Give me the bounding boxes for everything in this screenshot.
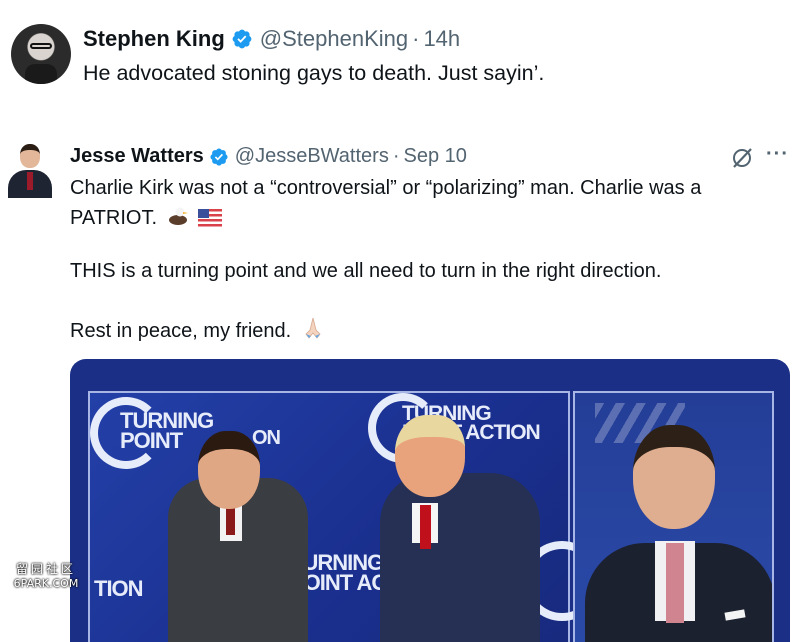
person-right-tie (420, 505, 431, 549)
person-right-suit (380, 473, 540, 642)
avatar-tie (27, 172, 33, 190)
tweet-text-line-4: Rest in peace, my friend. (70, 316, 325, 343)
quote-tweet[interactable]: Stephen King @StephenKing · 14h He advoc… (0, 0, 800, 120)
verified-badge-icon (210, 147, 228, 166)
author-handle[interactable]: @JesseBWatters (235, 145, 389, 168)
anchor-tie (666, 543, 684, 623)
author-handle[interactable]: @StephenKing (260, 26, 408, 52)
signage-text-2: ON (252, 427, 281, 449)
person-right-head (395, 415, 465, 497)
studio-panel (573, 391, 774, 642)
signage-text-5: TION (94, 576, 144, 601)
tweet-header: Jesse Watters @JesseBWatters · Sep 10 (70, 145, 467, 168)
avatar-shirt (25, 64, 57, 84)
timestamp[interactable]: Sep 10 (404, 145, 467, 168)
watermark-top: 留园社区 (15, 562, 76, 576)
person-left-head (198, 431, 260, 509)
eagle-icon (168, 207, 188, 225)
author-name[interactable]: Stephen King (83, 26, 225, 52)
watermark: 留园社区 6PARK.COM (10, 560, 82, 590)
tweet-text-farewell: Rest in peace, my friend. (70, 320, 292, 342)
person-left-tie (226, 505, 235, 535)
timestamp[interactable]: 14h (423, 26, 460, 52)
us-flag-icon (198, 209, 223, 227)
avatar-head (20, 144, 40, 168)
avatar[interactable] (6, 142, 52, 198)
watermark-bottom: 6PARK.COM (13, 577, 79, 590)
tweet-text-patriot: PATRIOT. (70, 207, 158, 229)
tweet-text-line-2: PATRIOT. (70, 205, 223, 230)
separator-dot: · (412, 26, 420, 51)
tweet-text: He advocated stoning gays to death. Just… (83, 61, 545, 85)
anchor-head (633, 425, 715, 529)
author-name[interactable]: Jesse Watters (70, 145, 204, 168)
verified-badge-icon (232, 29, 252, 49)
tweet-text-line-1: Charlie Kirk was not a “controversial” o… (70, 177, 702, 199)
grok-icon[interactable] (730, 146, 754, 170)
avatar[interactable] (11, 24, 71, 84)
stage-panel: TURNINGPOINT ON TURNINGPOINT ACTION ➜ TU… (88, 391, 602, 642)
tweet-text-line-3: THIS is a turning point and we all need … (70, 260, 662, 282)
original-tweet[interactable]: Jesse Watters @JesseBWatters · Sep 10 ··… (0, 120, 800, 642)
more-options-icon[interactable]: ··· (766, 143, 789, 166)
separator-dot: · (392, 145, 400, 167)
tweet-media-image[interactable]: TURNINGPOINT ON TURNINGPOINT ACTION ➜ TU… (70, 359, 790, 642)
signage-text-1: TURNING POINT (120, 408, 214, 453)
tweet-header: Stephen King @StephenKing · 14h (83, 26, 460, 52)
avatar-glasses (30, 43, 52, 49)
folded-hands-icon (305, 317, 321, 339)
